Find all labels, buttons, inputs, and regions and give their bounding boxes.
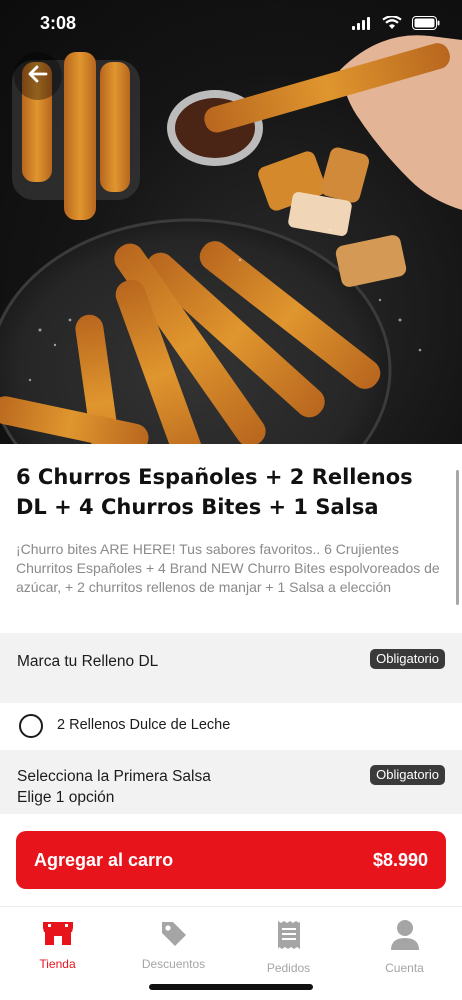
tab-tienda[interactable]: Tienda bbox=[0, 919, 115, 971]
status-icons bbox=[352, 15, 440, 34]
receipt-icon bbox=[276, 919, 302, 955]
tab-descuentos[interactable]: Descuentos bbox=[116, 919, 231, 971]
product-description: ¡Churro bites ARE HERE! Tus sabores favo… bbox=[16, 541, 440, 595]
signal-icon bbox=[352, 15, 372, 34]
tab-cuenta[interactable]: Cuenta bbox=[347, 919, 462, 975]
product-image bbox=[0, 0, 462, 444]
arrow-left-icon bbox=[26, 62, 50, 90]
battery-icon bbox=[412, 15, 440, 34]
add-to-cart-button[interactable]: Agregar al carro $8.990 bbox=[16, 831, 446, 889]
option-row[interactable]: 2 Rellenos Dulce de Leche bbox=[0, 703, 462, 750]
option-label: 2 Rellenos Dulce de Leche bbox=[57, 717, 231, 733]
status-time: 3:08 bbox=[40, 13, 77, 33]
churros-photo bbox=[0, 35, 462, 444]
section-title: Marca tu Relleno DL bbox=[17, 653, 159, 670]
price-label: $8.990 bbox=[372, 849, 428, 870]
user-icon bbox=[390, 919, 420, 955]
section-relleno: Marca tu Relleno DL Obligatorio bbox=[0, 633, 462, 703]
product-info: 6 Churros Españoles + 2 Rellenos DL + 4 … bbox=[0, 444, 462, 597]
scrollbar bbox=[456, 470, 459, 605]
home-indicator bbox=[149, 984, 313, 990]
section-salsa: Selecciona la Primera Salsa Elige 1 opci… bbox=[0, 750, 462, 814]
required-badge: Obligatorio bbox=[370, 765, 445, 785]
tab-label: Pedidos bbox=[266, 961, 311, 975]
section-title: Selecciona la Primera Salsa bbox=[17, 768, 211, 785]
section-subtitle: Elige 1 opción bbox=[17, 789, 115, 806]
required-badge: Obligatorio bbox=[370, 649, 445, 669]
store-icon bbox=[41, 919, 75, 951]
add-to-cart-label: Agregar al carro bbox=[34, 849, 174, 870]
tab-label: Descuentos bbox=[141, 957, 206, 971]
tab-label: Cuenta bbox=[385, 961, 424, 975]
tab-label: Tienda bbox=[39, 957, 76, 971]
status-bar: 3:08 bbox=[0, 0, 462, 48]
radio-button[interactable] bbox=[19, 714, 43, 738]
back-button[interactable] bbox=[14, 52, 62, 100]
wifi-icon bbox=[382, 15, 402, 34]
tab-pedidos[interactable]: Pedidos bbox=[231, 919, 346, 975]
tag-icon bbox=[159, 919, 189, 951]
product-title: 6 Churros Españoles + 2 Rellenos DL + 4 … bbox=[16, 465, 413, 519]
